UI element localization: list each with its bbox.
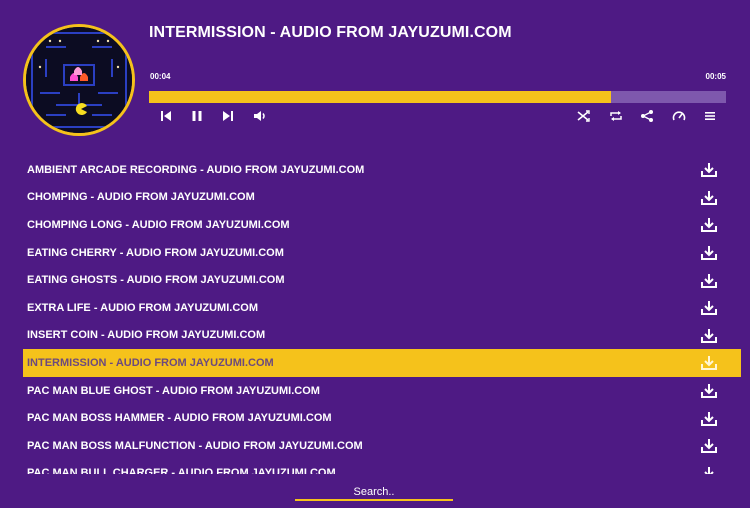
playlist-track[interactable]: AMBIENT ARCADE RECORDING - AUDIO FROM JA…	[23, 156, 741, 184]
track-label: PAC MAN BOSS MALFUNCTION - AUDIO FROM JA…	[27, 439, 363, 452]
share-button[interactable]	[638, 108, 656, 124]
download-icon[interactable]	[701, 466, 717, 474]
playlist-track[interactable]: INTERMISSION - AUDIO FROM JAYUZUMI.COM	[23, 349, 741, 377]
download-icon[interactable]	[701, 190, 717, 205]
track-title: INTERMISSION - AUDIO FROM JAYUZUMI.COM	[149, 24, 512, 41]
playlist-track[interactable]: PAC MAN BOSS HAMMER - AUDIO FROM JAYUZUM…	[23, 404, 741, 432]
track-label: AMBIENT ARCADE RECORDING - AUDIO FROM JA…	[27, 163, 365, 176]
skip-previous-icon	[161, 111, 171, 121]
download-icon[interactable]	[701, 355, 717, 371]
playlist-menu-button[interactable]	[701, 108, 719, 124]
playlist-track[interactable]: CHOMPING LONG - AUDIO FROM JAYUZUMI.COM	[23, 211, 741, 239]
skip-next-icon	[223, 111, 233, 121]
previous-button[interactable]	[157, 108, 175, 124]
download-icon[interactable]	[701, 383, 717, 399]
progress-fill	[149, 91, 611, 103]
duration: 00:05	[705, 72, 726, 81]
shuffle-icon	[577, 110, 590, 122]
playlist-track[interactable]: PAC MAN BULL CHARGER - AUDIO FROM JAYUZU…	[23, 460, 741, 474]
playlist-track[interactable]: PAC MAN BOSS MALFUNCTION - AUDIO FROM JA…	[23, 432, 741, 460]
volume-icon	[254, 111, 265, 121]
track-label: CHOMPING LONG - AUDIO FROM JAYUZUMI.COM	[27, 218, 290, 231]
track-label: PAC MAN BULL CHARGER - AUDIO FROM JAYUZU…	[27, 467, 336, 474]
track-label: CHOMPING - AUDIO FROM JAYUZUMI.COM	[27, 191, 255, 204]
track-label: INSERT COIN - AUDIO FROM JAYUZUMI.COM	[27, 329, 266, 342]
shuffle-button[interactable]	[575, 108, 593, 124]
track-label: INTERMISSION - AUDIO FROM JAYUZUMI.COM	[27, 356, 274, 369]
playlist: AMBIENT ARCADE RECORDING - AUDIO FROM JA…	[23, 156, 741, 474]
playlist-menu-icon	[705, 112, 715, 120]
download-icon[interactable]	[701, 328, 717, 343]
track-label: EXTRA LIFE - AUDIO FROM JAYUZUMI.COM	[27, 301, 258, 314]
track-label: EATING CHERRY - AUDIO FROM JAYUZUMI.COM	[27, 246, 284, 259]
speedometer-icon	[672, 111, 686, 121]
download-icon[interactable]	[701, 273, 717, 288]
track-label: EATING GHOSTS - AUDIO FROM JAYUZUMI.COM	[27, 274, 285, 287]
volume-button[interactable]	[251, 108, 269, 124]
repeat-icon	[610, 111, 622, 121]
next-button[interactable]	[219, 108, 237, 124]
download-icon[interactable]	[701, 411, 717, 426]
search-input[interactable]	[295, 483, 453, 501]
download-icon[interactable]	[701, 217, 717, 233]
playlist-track[interactable]: EATING CHERRY - AUDIO FROM JAYUZUMI.COM	[23, 239, 741, 267]
track-label: PAC MAN BLUE GHOST - AUDIO FROM JAYUZUMI…	[27, 384, 320, 397]
download-icon[interactable]	[701, 162, 717, 178]
share-icon	[641, 110, 653, 122]
progress-bar[interactable]	[149, 91, 726, 103]
search-box	[295, 482, 453, 501]
playlist-track[interactable]: CHOMPING - AUDIO FROM JAYUZUMI.COM	[23, 184, 741, 212]
current-time: 00:04	[150, 72, 171, 81]
pause-button[interactable]	[188, 108, 206, 124]
download-icon[interactable]	[701, 300, 717, 316]
download-icon[interactable]	[701, 245, 717, 261]
speed-button[interactable]	[670, 108, 688, 124]
album-art	[23, 24, 135, 136]
download-icon[interactable]	[701, 438, 717, 454]
pause-icon	[192, 111, 202, 121]
playlist-track[interactable]: PAC MAN BLUE GHOST - AUDIO FROM JAYUZUMI…	[23, 377, 741, 405]
playlist-track[interactable]: EATING GHOSTS - AUDIO FROM JAYUZUMI.COM	[23, 266, 741, 294]
repeat-button[interactable]	[607, 108, 625, 124]
track-label: PAC MAN BOSS HAMMER - AUDIO FROM JAYUZUM…	[27, 412, 332, 425]
playlist-track[interactable]: EXTRA LIFE - AUDIO FROM JAYUZUMI.COM	[23, 294, 741, 322]
playlist-track[interactable]: INSERT COIN - AUDIO FROM JAYUZUMI.COM	[23, 322, 741, 350]
